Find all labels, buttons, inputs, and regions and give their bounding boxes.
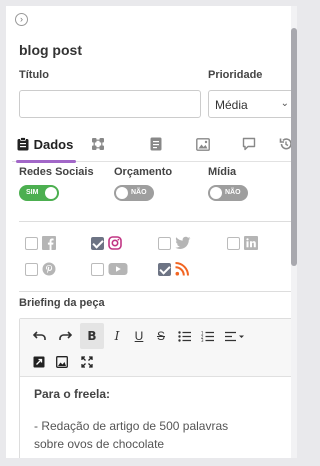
redes-sociais-state: SIM	[26, 189, 39, 196]
instagram-icon	[108, 236, 122, 250]
editor-content[interactable]: Para o freela: - Redação de artigo de 50…	[34, 385, 284, 453]
page-title: blog post	[19, 42, 82, 58]
checkbox[interactable]	[91, 236, 104, 250]
checkbox[interactable]	[158, 236, 171, 250]
checkbox[interactable]	[25, 262, 38, 276]
prioridade-select[interactable]: Média ⌄	[208, 90, 295, 118]
checkbox[interactable]	[227, 236, 240, 250]
prioridade-label: Prioridade	[208, 69, 263, 81]
tab-document[interactable]	[136, 126, 176, 162]
social-linkedin[interactable]	[227, 236, 258, 250]
checkbox[interactable]	[91, 262, 104, 276]
underline-icon[interactable]: U	[128, 325, 150, 347]
toggle-knob	[210, 187, 222, 199]
orcamento-toggle[interactable]: NÃO	[114, 185, 154, 201]
social-pinterest[interactable]	[25, 262, 56, 276]
divider	[19, 221, 295, 222]
bold-icon[interactable]: B	[80, 323, 104, 349]
youtube-icon	[108, 263, 128, 275]
numbered-list-icon[interactable]: 123	[196, 325, 218, 347]
editor-toolbar: B I U S 123	[20, 319, 294, 377]
tab-bar: Dados	[12, 126, 292, 163]
redes-sociais-toggle[interactable]: SIM	[19, 185, 59, 201]
italic-icon[interactable]: I	[106, 325, 128, 347]
align-dropdown-icon[interactable]	[220, 325, 250, 347]
checkbox[interactable]	[158, 262, 171, 276]
social-twitter[interactable]	[158, 236, 191, 250]
redes-sociais-label: Redes Sociais	[19, 166, 94, 178]
toggle-knob	[45, 187, 57, 199]
tab-dados-label: Dados	[33, 136, 74, 152]
midia-toggle[interactable]: NÃO	[208, 185, 248, 201]
briefing-line: - Redação de artigo de 500 palavras	[34, 419, 229, 433]
insert-link-icon[interactable]	[28, 351, 50, 373]
prioridade-value: Média	[215, 98, 248, 112]
rss-icon	[175, 262, 189, 276]
chevron-down-icon: ⌄	[280, 98, 289, 109]
midia-label: Mídia	[208, 166, 237, 178]
social-rss[interactable]	[158, 262, 189, 276]
comment-icon	[242, 137, 256, 151]
social-youtube[interactable]	[91, 262, 128, 276]
scroll-thumb[interactable]	[291, 28, 297, 266]
chevron-right-circle-icon[interactable]: ›	[15, 13, 28, 26]
briefing-line: sobre ovos de chocolate	[34, 437, 165, 451]
svg-text:3: 3	[201, 338, 204, 342]
social-facebook[interactable]	[25, 236, 56, 250]
toggle-knob	[116, 187, 128, 199]
tab-flow[interactable]	[78, 126, 118, 162]
social-instagram[interactable]	[91, 236, 122, 250]
briefing-label: Briefing da peça	[19, 297, 105, 309]
orcamento-state: NÃO	[131, 189, 147, 196]
checkbox[interactable]	[25, 236, 38, 250]
document-icon	[150, 137, 162, 151]
insert-image-icon[interactable]	[51, 351, 73, 373]
scrollbar[interactable]	[291, 6, 297, 458]
divider	[19, 291, 295, 292]
fullscreen-icon[interactable]	[76, 351, 98, 373]
facebook-icon	[42, 236, 56, 250]
midia-state: NÃO	[225, 189, 241, 196]
flow-icon	[92, 138, 104, 150]
task-panel: › blog post Título Prioridade Média ⌄ Da…	[6, 6, 297, 458]
tab-dados[interactable]: Dados	[12, 126, 78, 163]
tab-image[interactable]	[183, 126, 223, 162]
briefing-editor[interactable]: B I U S 123 Para o freela: - Redação de …	[19, 318, 295, 458]
image-icon	[196, 137, 210, 151]
titulo-input[interactable]	[19, 90, 201, 118]
clipboard-icon	[17, 137, 29, 151]
redo-icon[interactable]	[54, 325, 76, 347]
bullet-list-icon[interactable]	[173, 325, 195, 347]
briefing-heading: Para o freela:	[34, 387, 111, 401]
undo-icon[interactable]	[28, 325, 50, 347]
titulo-label: Título	[19, 69, 49, 81]
tab-comments[interactable]	[229, 126, 269, 162]
strikethrough-icon[interactable]: S	[150, 325, 172, 347]
twitter-icon	[175, 236, 191, 249]
orcamento-label: Orçamento	[114, 166, 173, 178]
pinterest-icon	[42, 262, 56, 276]
linkedin-icon	[244, 236, 258, 250]
